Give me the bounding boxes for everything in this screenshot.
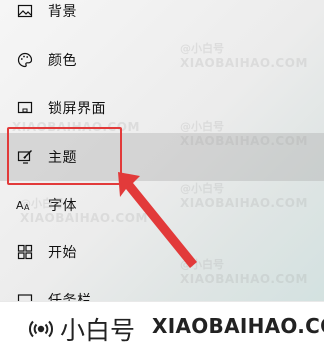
nav-item-font[interactable]: AA 字体 (0, 181, 324, 229)
nav-label-background: 背景 (48, 4, 77, 20)
broadcast-logo-icon (29, 320, 53, 338)
palette-icon (16, 51, 34, 69)
nav-label-color: 颜色 (48, 53, 77, 69)
nav-item-background[interactable]: 背景 (0, 0, 324, 35)
nav-item-color[interactable]: 颜色 (0, 36, 324, 84)
font-icon: AA (16, 196, 34, 214)
watermark-footer: 小白号 XIAOBAIHAO.COM (0, 301, 324, 353)
nav-label-lock-screen: 锁屏界面 (48, 101, 106, 117)
lock-screen-icon (16, 99, 34, 117)
svg-text:A: A (24, 203, 30, 212)
svg-text:A: A (16, 199, 24, 212)
nav-item-lock-screen[interactable]: 锁屏界面 (0, 84, 324, 132)
footer-brand-cn: 小白号 (60, 316, 136, 345)
highlight-box (7, 127, 122, 185)
start-icon (16, 243, 34, 261)
footer-brand-en: XIAOBAIHAO.COM (152, 314, 324, 338)
nav-label-start: 开始 (48, 245, 77, 261)
nav-item-start[interactable]: 开始 (0, 228, 324, 276)
nav-label-font: 字体 (48, 198, 77, 214)
picture-icon (16, 2, 34, 20)
